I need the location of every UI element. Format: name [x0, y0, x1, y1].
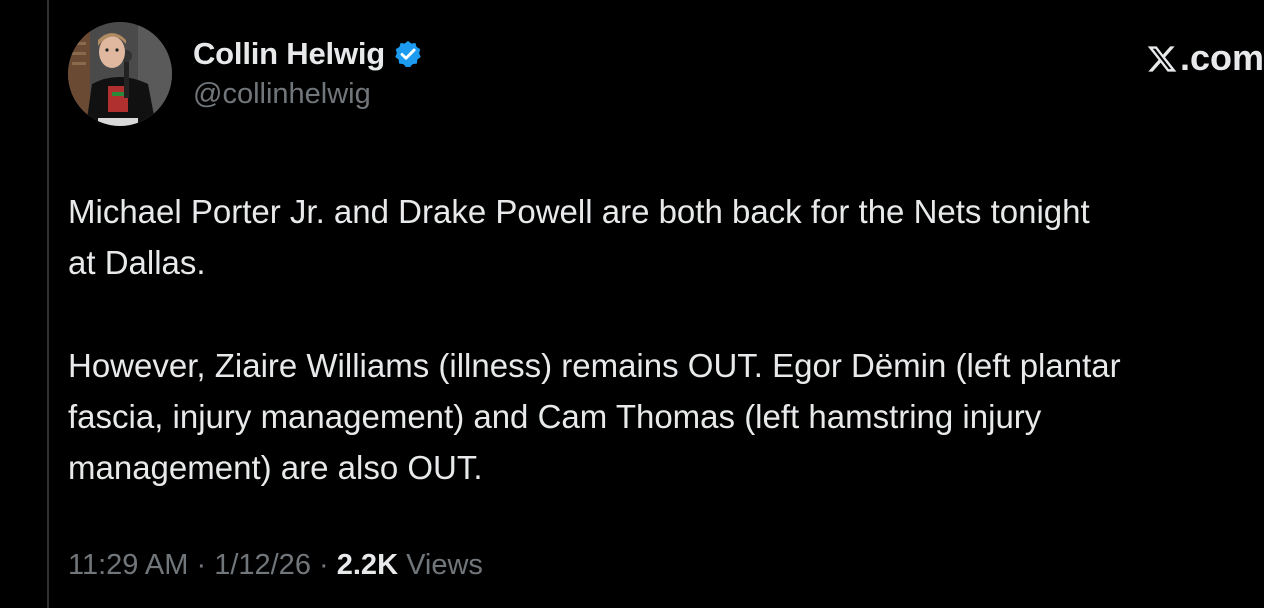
author-name-row[interactable]: Collin Helwig	[193, 34, 423, 74]
x-brand: .com	[1146, 37, 1264, 78]
tweet-line: management) are also OUT.	[68, 449, 483, 486]
site-label: .com	[1179, 37, 1264, 78]
tweet-time[interactable]: 11:29 AM	[68, 549, 188, 581]
meta-separator: ·	[319, 549, 329, 581]
avatar-photo	[68, 22, 172, 126]
tweet-line: at Dallas.	[68, 244, 206, 281]
avatar[interactable]	[68, 22, 172, 126]
tweet-line: fascia, injury management) and Cam Thoma…	[68, 398, 1042, 435]
tweet-line: However, Ziaire Williams (illness) remai…	[68, 347, 1121, 384]
tweet-date[interactable]: 1/12/26	[214, 549, 311, 581]
verified-badge-icon	[393, 39, 423, 69]
thread-divider	[47, 0, 49, 608]
author-handle[interactable]: @collinhelwig	[193, 78, 371, 111]
x-logo-icon	[1146, 42, 1178, 74]
meta-separator: ·	[196, 549, 207, 581]
display-name[interactable]: Collin Helwig	[193, 36, 385, 72]
views-count[interactable]: 2.2K	[337, 549, 398, 581]
tweet-text: Michael Porter Jr. and Drake Powell are …	[68, 186, 1264, 493]
tweet-line: Michael Porter Jr. and Drake Powell are …	[68, 193, 1090, 230]
tweet-meta: 11:29 AM · 1/12/26 · 2.2K Views	[68, 549, 483, 582]
views-label: Views	[406, 549, 483, 581]
